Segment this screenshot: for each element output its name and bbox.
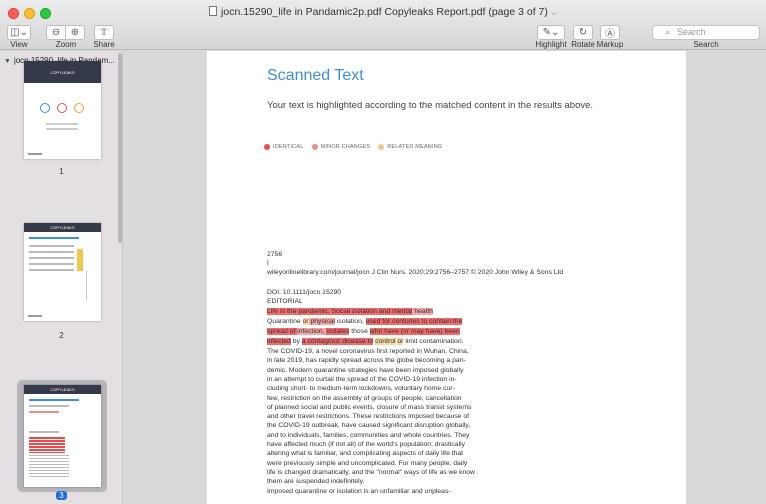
thumbnail-page-number: 1 <box>59 167 64 176</box>
body-line: the COVID-19 outbreak, have caused signi… <box>267 422 471 430</box>
body-line: Imposed quarantine or isolation is an un… <box>267 487 451 495</box>
page-number-text: 2756 <box>267 251 283 258</box>
body-line: and to individuals, families, communitie… <box>267 431 470 439</box>
section-label: EDITORIAL <box>267 298 303 305</box>
highlighted-line: Life in the pandemic: Social isolation a… <box>267 308 433 315</box>
body-line: and other travel restrictions. These res… <box>267 413 469 421</box>
rotate-button[interactable]: ↻ <box>573 25 593 40</box>
markup-button[interactable]: Ⓐ <box>600 25 620 40</box>
thumbnail-score-circle <box>40 103 50 113</box>
body-line: few, restriction on the assembly of grou… <box>267 394 462 402</box>
thumbnail-line <box>46 128 78 130</box>
thumbnail-score-circle <box>57 103 67 113</box>
thumbnail-line <box>29 257 74 259</box>
citation-text: wileyonlinelibrary.com/journal/jocn J Cl… <box>267 269 564 276</box>
highlight-label: Highlight <box>535 40 567 49</box>
thumbnail-line <box>28 153 42 155</box>
body-line: altering what is familiar, and complicat… <box>267 450 464 458</box>
body-line: in late 2019, has rapidly spread across … <box>267 357 466 365</box>
view-label: View <box>10 40 28 49</box>
thumbnail-line <box>29 251 74 253</box>
thumbnail-line <box>29 263 74 265</box>
thumbnail-highlight-block <box>29 437 65 453</box>
highlighted-line: spread of infection, isolates those who … <box>267 328 460 335</box>
zoom-in-button[interactable]: ⊕ <box>65 25 85 40</box>
body-line: of planned social and public events, clo… <box>267 403 472 411</box>
sidebar-icon: ◫⌄ <box>10 27 28 38</box>
search-icon: ⌕ <box>665 27 671 37</box>
thumbnail-line <box>29 237 79 239</box>
share-icon: ⇧ <box>99 27 109 38</box>
page-thumbnail-1[interactable]: COPYLEAKS <box>24 61 101 159</box>
zoom-in-icon: ⊕ <box>70 27 80 38</box>
match-legend: IDENTICAL MINOR CHANGES RELATED MEANING <box>264 144 450 150</box>
thumbnail-text-block <box>29 455 69 479</box>
sidebar-scrollbar[interactable] <box>118 53 122 243</box>
thumbnail-page-number: 2 <box>59 331 64 340</box>
markup-label: Markup <box>596 40 624 49</box>
toolbar: jocn.15290_life in Pandamic2p.pdf Copyle… <box>0 0 766 50</box>
body-line: were previously simple and uncomplicated… <box>267 459 468 467</box>
highlighter-icon: ✎⌄ <box>542 27 560 38</box>
legend-item-identical: IDENTICAL <box>264 144 304 150</box>
thumbnail-line <box>29 431 59 433</box>
share-button[interactable]: ⇧ <box>94 25 114 40</box>
document-page: Scanned Text Your text is highlighted ac… <box>207 51 686 504</box>
document-background <box>686 51 766 504</box>
highlight-button[interactable]: ✎⌄ <box>537 25 565 40</box>
body-line: demic. Modern quarantine strategies have… <box>267 366 464 374</box>
thumbnail-line <box>29 269 74 271</box>
view-button[interactable]: ◫⌄ <box>7 25 31 40</box>
thumbnail-line <box>29 399 79 401</box>
legend-dot-icon <box>264 144 270 150</box>
share-label: Share <box>93 40 115 49</box>
legend-dot-icon <box>311 144 318 150</box>
disclosure-triangle-icon[interactable]: ▼ <box>4 58 11 65</box>
page-thumbnail-3[interactable]: COPYLEAKS <box>24 385 101 487</box>
legend-dot-icon <box>378 144 385 150</box>
thumbnail-line <box>28 315 42 317</box>
markup-pen-icon: Ⓐ <box>605 29 615 40</box>
page-heading: Scanned Text <box>267 67 364 84</box>
legend-item-related-meaning: RELATED MEANING <box>378 144 442 150</box>
body-line: life is changed dramatically, and the "n… <box>267 468 475 476</box>
thumbnail-header: COPYLEAKS <box>24 223 101 232</box>
zoom-out-button[interactable]: ⊖ <box>46 25 66 40</box>
search-input[interactable]: ⌕ Search <box>652 25 760 40</box>
body-line: The COVID-19, a novel coronavirus first … <box>267 348 469 355</box>
zoom-label: Zoom <box>55 40 77 49</box>
doi-text: DOI: 10.1111/jocn.15290 <box>267 289 342 296</box>
pipe-text: | <box>267 259 269 266</box>
thumbnail-sidebar[interactable]: ▼jocn.15290_life in Pandam... COPYLEAKS … <box>0 51 123 504</box>
pdf-document-icon <box>209 6 218 16</box>
page-thumbnail-2[interactable]: COPYLEAKS <box>24 223 101 321</box>
body-line: them are suspended indefinitely. <box>267 478 365 486</box>
window-title: jocn.15290_life in Pandamic2p.pdf Copyle… <box>0 6 766 18</box>
thumbnail-line <box>29 411 59 413</box>
legend-item-minor-changes: MINOR CHANGES <box>311 144 371 150</box>
body-line: cluding short- to medium-term lockdowns,… <box>267 385 455 393</box>
thumbnail-line <box>46 123 78 125</box>
thumbnail-score-circle <box>74 103 84 113</box>
thumbnail-header: COPYLEAKS <box>24 385 101 394</box>
thumbnail-page-number: 3 <box>0 491 123 500</box>
thumbnail-bar <box>77 249 83 271</box>
thumbnail-header: COPYLEAKS <box>24 61 101 83</box>
highlighted-line: Quarantine or physical isolation, used f… <box>267 318 463 325</box>
rotate-icon: ↻ <box>578 27 588 38</box>
thumbnail-line <box>29 245 74 247</box>
highlighted-line: infected by a contagious disease to cont… <box>267 338 464 345</box>
thumbnail-line <box>86 271 96 301</box>
chevron-down-icon[interactable]: ⌵ <box>551 8 557 17</box>
body-line: in an attempt to curtail the spread of t… <box>267 375 457 383</box>
thumbnail-line <box>29 405 69 407</box>
body-line: have affected much (if not all) of the w… <box>267 441 466 448</box>
search-label: Search <box>693 40 719 49</box>
intro-text: Your text is highlighted according to th… <box>267 100 594 111</box>
zoom-out-icon: ⊖ <box>51 27 61 38</box>
